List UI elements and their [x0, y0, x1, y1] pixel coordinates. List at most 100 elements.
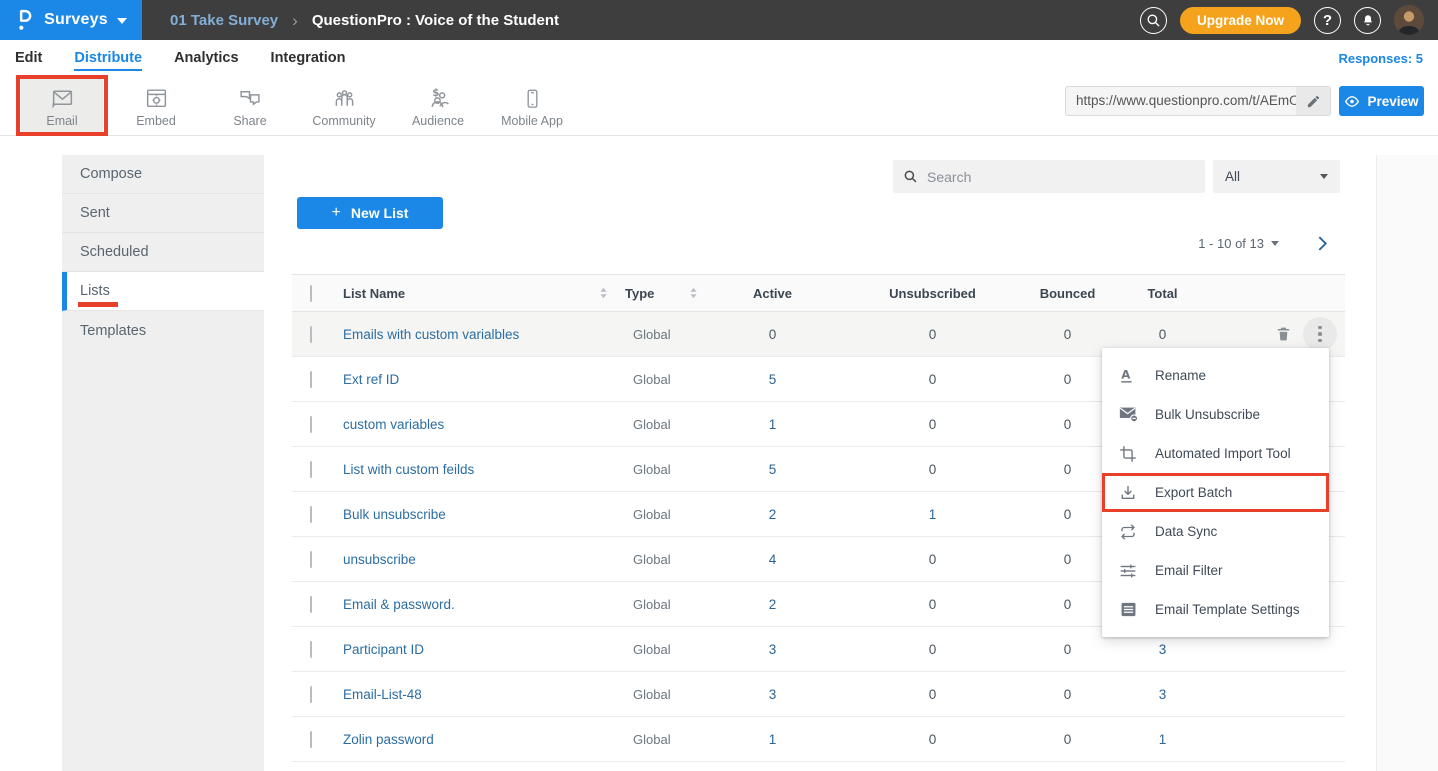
pagination-range-dropdown[interactable]: 1 - 10 of 13 [1198, 236, 1279, 251]
column-header-type[interactable]: Type [615, 286, 705, 301]
tab-edit[interactable]: Edit [15, 43, 42, 73]
channel-share[interactable]: Share [203, 79, 297, 133]
community-icon [331, 84, 358, 111]
channel-audience[interactable]: $ Audience [391, 79, 485, 133]
channel-mobile-app[interactable]: Mobile App [485, 79, 579, 133]
tab-analytics[interactable]: Analytics [174, 43, 238, 73]
data-sync-icon [1118, 522, 1138, 542]
preview-button[interactable]: Preview [1339, 86, 1424, 116]
edit-url-button[interactable] [1296, 87, 1330, 115]
row-checkbox[interactable] [310, 641, 312, 658]
product-name: Surveys [44, 11, 108, 29]
table-header-row: List Name Type Active Unsubscribed Bounc… [292, 274, 1345, 312]
embed-icon [144, 84, 169, 111]
survey-url-field: https://www.questionpro.com/t/AEmOx2 [1065, 86, 1331, 116]
row-checkbox[interactable] [310, 551, 312, 568]
menu-item-bulk-unsubscribe[interactable]: Bulk Unsubscribe [1102, 395, 1329, 434]
chevron-down-icon [1320, 174, 1328, 179]
user-avatar[interactable] [1394, 5, 1424, 35]
channel-label: Mobile App [501, 114, 563, 128]
pencil-icon [1306, 94, 1321, 109]
list-name-link[interactable]: Emails with custom varialbles [343, 327, 519, 342]
help-button[interactable]: ? [1314, 7, 1341, 34]
row-checkbox[interactable] [310, 326, 312, 343]
channel-label: Audience [412, 114, 464, 128]
next-page-button[interactable] [1315, 235, 1330, 252]
kebab-icon [1318, 326, 1322, 330]
channel-email[interactable]: Email [21, 79, 103, 133]
channel-community[interactable]: Community [297, 79, 391, 133]
chevron-down-icon [117, 18, 127, 24]
avatar-photo [1394, 5, 1424, 35]
list-name-link[interactable]: Ext ref ID [343, 372, 399, 387]
column-header-list-name[interactable]: List Name [340, 286, 615, 301]
chevron-down-icon [1271, 241, 1279, 246]
export-batch-icon [1118, 483, 1138, 503]
channel-embed[interactable]: Embed [109, 79, 203, 133]
row-checkbox[interactable] [310, 506, 312, 523]
column-header-unsubscribed: Unsubscribed [840, 286, 1025, 301]
svg-text:A: A [1121, 367, 1130, 381]
bulk-unsubscribe-icon [1118, 405, 1138, 425]
email-filter-icon [1118, 561, 1138, 581]
row-checkbox[interactable] [310, 416, 312, 433]
rename-icon: A [1118, 366, 1138, 386]
list-name-link[interactable]: Zolin password [343, 732, 434, 747]
sidebar-item-lists[interactable]: Lists [62, 272, 264, 311]
search-icon [903, 169, 918, 184]
channel-label: Embed [136, 114, 176, 128]
delete-list-button[interactable] [1275, 325, 1292, 343]
row-checkbox[interactable] [310, 731, 312, 748]
list-name-link[interactable]: Participant ID [343, 642, 424, 657]
table-row: Zolin password Global 1 0 0 1 [292, 717, 1345, 762]
notifications-button[interactable] [1354, 7, 1381, 34]
row-menu-button[interactable] [1303, 317, 1337, 351]
sidebar-item-templates[interactable]: Templates [62, 311, 264, 350]
menu-item-email-filter[interactable]: Email Filter [1102, 551, 1329, 590]
top-bar: Surveys 01 Take Survey › QuestionPro : V… [0, 0, 1438, 40]
sidebar-item-compose[interactable]: Compose [62, 155, 264, 194]
eye-icon [1344, 95, 1360, 108]
list-name-link[interactable]: unsubscribe [343, 552, 416, 567]
list-name-link[interactable]: Bulk unsubscribe [343, 507, 446, 522]
row-checkbox[interactable] [310, 596, 312, 613]
sidebar-item-sent[interactable]: Sent [62, 194, 264, 233]
trash-icon [1275, 325, 1292, 343]
breadcrumb-survey-name[interactable]: 01 Take Survey [170, 12, 278, 29]
new-list-button[interactable]: + New List [297, 197, 443, 229]
menu-item-automated-import-tool[interactable]: Automated Import Tool [1102, 434, 1329, 473]
select-all-checkbox[interactable] [310, 285, 312, 302]
email-template-settings-icon [1118, 600, 1138, 620]
responses-count[interactable]: Responses: 5 [1338, 51, 1423, 66]
menu-item-rename[interactable]: A Rename [1102, 356, 1329, 395]
search-input[interactable] [927, 169, 1195, 185]
row-checkbox[interactable] [310, 371, 312, 388]
page-gutter [1376, 155, 1438, 771]
list-name-link[interactable]: custom variables [343, 417, 444, 432]
automated-import-icon [1118, 444, 1138, 464]
row-checkbox[interactable] [310, 686, 312, 703]
survey-nav-tabs: Edit Distribute Analytics Integration Re… [0, 40, 1438, 76]
breadcrumb-separator-icon: › [292, 12, 298, 29]
questionpro-app: Surveys 01 Take Survey › QuestionPro : V… [0, 0, 1438, 771]
sort-icon[interactable] [599, 287, 608, 299]
survey-url-value[interactable]: https://www.questionpro.com/t/AEmOx2 [1066, 87, 1296, 115]
table-row: Email-List-48 Global 3 0 0 3 [292, 672, 1345, 717]
upgrade-now-button[interactable]: Upgrade Now [1180, 7, 1301, 34]
list-type-filter[interactable]: All [1213, 160, 1340, 193]
search-button[interactable] [1140, 7, 1167, 34]
row-checkbox[interactable] [310, 461, 312, 478]
tab-integration[interactable]: Integration [271, 43, 346, 73]
sort-icon[interactable] [689, 287, 698, 299]
menu-item-email-template-settings[interactable]: Email Template Settings [1102, 590, 1329, 629]
surveys-product-menu[interactable]: Surveys [0, 0, 142, 40]
sidebar-item-scheduled[interactable]: Scheduled [62, 233, 264, 272]
list-actions-menu: A Rename Bulk Unsubscribe Automated Impo… [1102, 348, 1329, 637]
list-name-link[interactable]: List with custom feilds [343, 462, 474, 477]
menu-item-export-batch[interactable]: Export Batch [1102, 473, 1329, 512]
search-icon [1146, 13, 1161, 28]
tab-distribute[interactable]: Distribute [74, 43, 142, 73]
list-name-link[interactable]: Email-List-48 [343, 687, 422, 702]
menu-item-data-sync[interactable]: Data Sync [1102, 512, 1329, 551]
list-name-link[interactable]: Email & password. [343, 597, 455, 612]
